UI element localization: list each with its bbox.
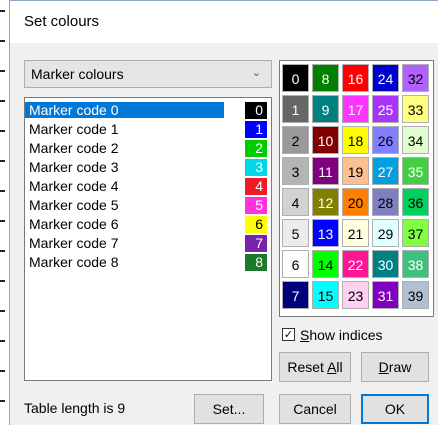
- colour-swatch: 8: [245, 254, 267, 271]
- colour-swatch: 3: [245, 159, 267, 176]
- palette-cell[interactable]: 4: [282, 188, 309, 216]
- show-indices-label: Show indices: [300, 327, 383, 343]
- list-item-label: Marker code 3: [29, 159, 119, 175]
- list-item-label: Marker code 8: [29, 254, 119, 270]
- edge-tick: [0, 370, 5, 372]
- palette-cell[interactable]: 10: [312, 126, 339, 154]
- palette-cell[interactable]: 1: [282, 95, 309, 123]
- colour-swatch: 1: [245, 121, 267, 138]
- cancel-button[interactable]: Cancel: [279, 394, 351, 424]
- set-colours-dialog: Set colours Marker colours ⌄ Marker code…: [9, 0, 438, 425]
- palette-cell[interactable]: 20: [342, 188, 369, 216]
- palette-cell[interactable]: 14: [312, 250, 339, 278]
- list-item-label: Marker code 6: [29, 216, 119, 232]
- draw-button[interactable]: Draw: [361, 352, 429, 382]
- list-item[interactable]: Marker code 4 4: [25, 177, 271, 196]
- title-bar: Set colours: [10, 1, 438, 43]
- palette-cell[interactable]: 2: [282, 126, 309, 154]
- palette-cell[interactable]: 0: [282, 64, 309, 92]
- edge-tick: [0, 190, 5, 192]
- palette-cell[interactable]: 34: [402, 126, 429, 154]
- colour-swatch: 0: [245, 102, 267, 119]
- palette-cell[interactable]: 36: [402, 188, 429, 216]
- edge-tick: [0, 220, 5, 222]
- palette-cell[interactable]: 6: [282, 250, 309, 278]
- palette-cell[interactable]: 21: [342, 219, 369, 247]
- palette-cell[interactable]: 22: [342, 250, 369, 278]
- colour-palette-grid: 0 1 2 3 4 5 6 7 8 9 10 11 12 13 14 15 16 17 18 19 20 21 22 23 24…: [279, 60, 434, 317]
- palette-cell[interactable]: 30: [372, 250, 399, 278]
- palette-cell[interactable]: 16: [342, 64, 369, 92]
- list-item[interactable]: Marker code 0 0: [25, 101, 271, 120]
- palette-cell[interactable]: 31: [372, 281, 399, 309]
- palette-cell[interactable]: 39: [402, 281, 429, 309]
- palette-cell[interactable]: 3: [282, 157, 309, 185]
- edge-tick: [0, 340, 5, 342]
- ok-button[interactable]: OK: [361, 394, 429, 424]
- list-item[interactable]: Marker code 6 6: [25, 215, 271, 234]
- edge-tick: [0, 100, 5, 102]
- palette-cell[interactable]: 11: [312, 157, 339, 185]
- list-item[interactable]: Marker code 5 5: [25, 196, 271, 215]
- marker-code-list[interactable]: Marker code 0 0 Marker code 1 1 Marker code …: [24, 97, 272, 381]
- list-item[interactable]: Marker code 7 7: [25, 234, 271, 253]
- set-button[interactable]: Set...: [194, 394, 264, 424]
- colour-swatch: 4: [245, 178, 267, 195]
- dialog-title: Set colours: [24, 13, 100, 30]
- palette-cell[interactable]: 27: [372, 157, 399, 185]
- palette-cell[interactable]: 13: [312, 219, 339, 247]
- edge-tick: [0, 250, 5, 252]
- palette-cell[interactable]: 7: [282, 281, 309, 309]
- reset-all-button[interactable]: Reset All: [279, 352, 351, 382]
- palette-cell[interactable]: 32: [402, 64, 429, 92]
- list-item-label: Marker code 0: [25, 102, 225, 118]
- table-length-label: Table length is 9: [24, 400, 126, 416]
- palette-cell[interactable]: 24: [372, 64, 399, 92]
- edge-tick: [0, 160, 5, 162]
- background-window-edge: [0, 0, 8, 425]
- list-item-label: Marker code 5: [29, 197, 119, 213]
- list-item[interactable]: Marker code 8 8: [25, 253, 271, 272]
- palette-cell[interactable]: 17: [342, 95, 369, 123]
- edge-tick: [0, 280, 5, 282]
- palette-cell[interactable]: 15: [312, 281, 339, 309]
- colour-set-dropdown[interactable]: Marker colours ⌄: [24, 60, 272, 88]
- edge-tick: [0, 310, 5, 312]
- edge-tick: [0, 130, 5, 132]
- colour-swatch: 2: [245, 140, 267, 157]
- dropdown-value: Marker colours: [31, 66, 124, 82]
- palette-cell[interactable]: 12: [312, 188, 339, 216]
- palette-cell[interactable]: 23: [342, 281, 369, 309]
- edge-tick: [0, 10, 5, 12]
- colour-swatch: 7: [245, 235, 267, 252]
- palette-cell[interactable]: 37: [402, 219, 429, 247]
- checkbox-box[interactable]: ✓: [282, 328, 295, 341]
- list-item[interactable]: Marker code 2 2: [25, 139, 271, 158]
- edge-tick: [0, 400, 5, 402]
- palette-cell[interactable]: 5: [282, 219, 309, 247]
- palette-cell[interactable]: 9: [312, 95, 339, 123]
- list-item[interactable]: Marker code 1 1: [25, 120, 271, 139]
- palette-cell[interactable]: 18: [342, 126, 369, 154]
- colour-swatch: 5: [245, 197, 267, 214]
- list-item-label: Marker code 1: [29, 121, 119, 137]
- palette-cell[interactable]: 26: [372, 126, 399, 154]
- palette-cell[interactable]: 25: [372, 95, 399, 123]
- palette-cell[interactable]: 8: [312, 64, 339, 92]
- palette-cell[interactable]: 19: [342, 157, 369, 185]
- list-item[interactable]: Marker code 3 3: [25, 158, 271, 177]
- list-item-label: Marker code 2: [29, 140, 119, 156]
- palette-cell[interactable]: 29: [372, 219, 399, 247]
- palette-cell[interactable]: 38: [402, 250, 429, 278]
- list-item-label: Marker code 4: [29, 178, 119, 194]
- palette-cell[interactable]: 28: [372, 188, 399, 216]
- palette-cell[interactable]: 35: [402, 157, 429, 185]
- list-item-label: Marker code 7: [29, 235, 119, 251]
- colour-swatch: 6: [245, 216, 267, 233]
- edge-tick: [0, 70, 5, 72]
- chevron-down-icon: ⌄: [251, 67, 261, 79]
- palette-cell[interactable]: 33: [402, 95, 429, 123]
- edge-tick: [0, 40, 5, 42]
